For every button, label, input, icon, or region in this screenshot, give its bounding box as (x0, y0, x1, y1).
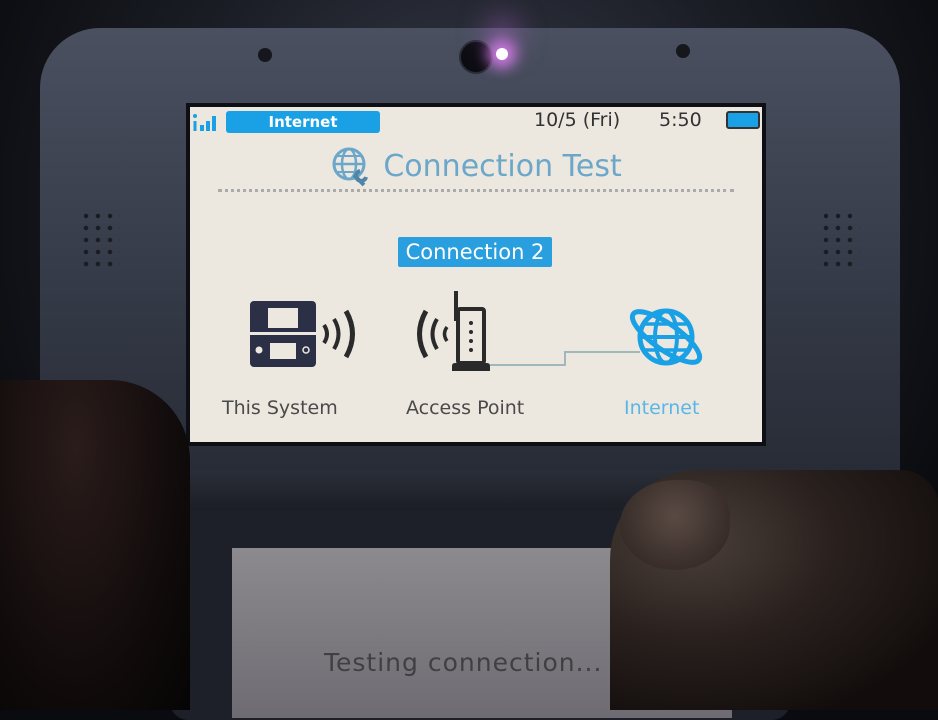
page-title: Connection Test (383, 148, 622, 184)
wifi-signal-icon (193, 114, 216, 131)
date: 10/5 (Fri) (534, 109, 621, 131)
speaker-left (80, 210, 120, 270)
router-icon (417, 291, 490, 371)
status-bar: Internet 10/5 (Fri) 5:50 (190, 107, 762, 137)
testing-status-text: Testing connection... (324, 648, 603, 677)
left-hand (0, 380, 190, 710)
screw (676, 44, 690, 58)
connection-cable-line (490, 351, 640, 366)
globe-wrench-icon (332, 147, 369, 187)
title-divider (218, 189, 734, 192)
connection-status-pill: Internet (226, 111, 380, 133)
speaker-right (820, 210, 860, 270)
notification-led (496, 48, 508, 60)
node-label-this-system: This System (222, 397, 338, 419)
node-label-internet: Internet (624, 397, 700, 419)
screw (258, 48, 272, 62)
thumbnail-highlight (620, 480, 730, 570)
connection-slot-badge: Connection 2 (398, 237, 552, 267)
camera-lens (459, 40, 493, 74)
time: 5:50 (659, 109, 702, 131)
battery-icon (726, 111, 760, 129)
page-title-row: Connection Test (190, 145, 762, 187)
3ds-console-icon (250, 301, 355, 367)
top-screen: Internet 10/5 (Fri) 5:50 Connection Test… (186, 103, 766, 446)
globe-icon (629, 308, 703, 366)
node-label-access-point: Access Point (406, 397, 525, 419)
